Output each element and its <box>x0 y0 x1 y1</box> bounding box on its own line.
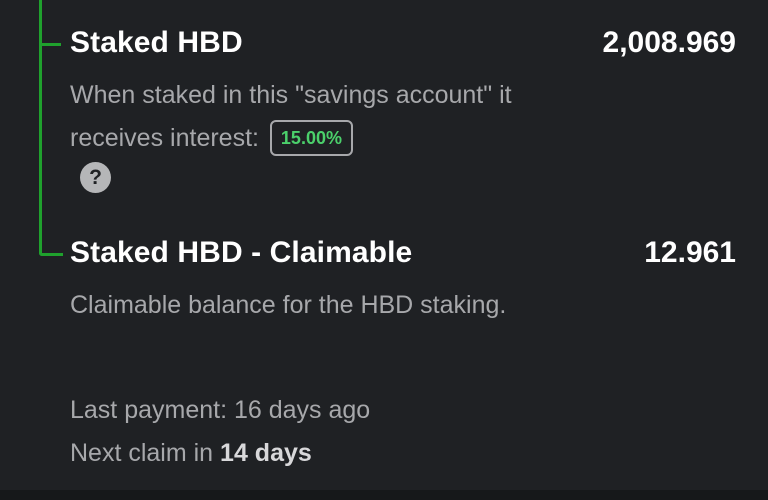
tree-connector-line <box>39 0 42 256</box>
last-payment-text: Last payment: 16 days ago <box>70 396 371 424</box>
question-icon[interactable]: ? <box>80 162 111 193</box>
tree-branch-staked <box>39 43 61 46</box>
bottom-divider <box>0 490 768 500</box>
next-claim-text: Next claim in 14 days <box>70 439 312 468</box>
tree-branch-claimable <box>39 253 63 256</box>
staked-hbd-row: Staked HBD 2,008.969 When staked in this… <box>70 26 736 160</box>
next-claim-prefix: Next claim in <box>70 439 214 467</box>
staked-hbd-claimable-row: Staked HBD - Claimable 12.961 Claimable … <box>70 236 736 327</box>
staked-hbd-claimable-description: Claimable balance for the HBD staking. <box>70 291 507 319</box>
staked-hbd-claimable-amount: 12.961 <box>644 236 736 269</box>
staked-hbd-claimable-title: Staked HBD - Claimable <box>70 236 413 269</box>
staked-hbd-title: Staked HBD <box>70 26 243 59</box>
staked-hbd-amount: 2,008.969 <box>602 26 736 59</box>
interest-rate-badge: 15.00% <box>269 120 353 156</box>
next-claim-value: 14 days <box>220 439 312 467</box>
staked-hbd-description: When staked in this "savings account" it… <box>70 74 530 160</box>
